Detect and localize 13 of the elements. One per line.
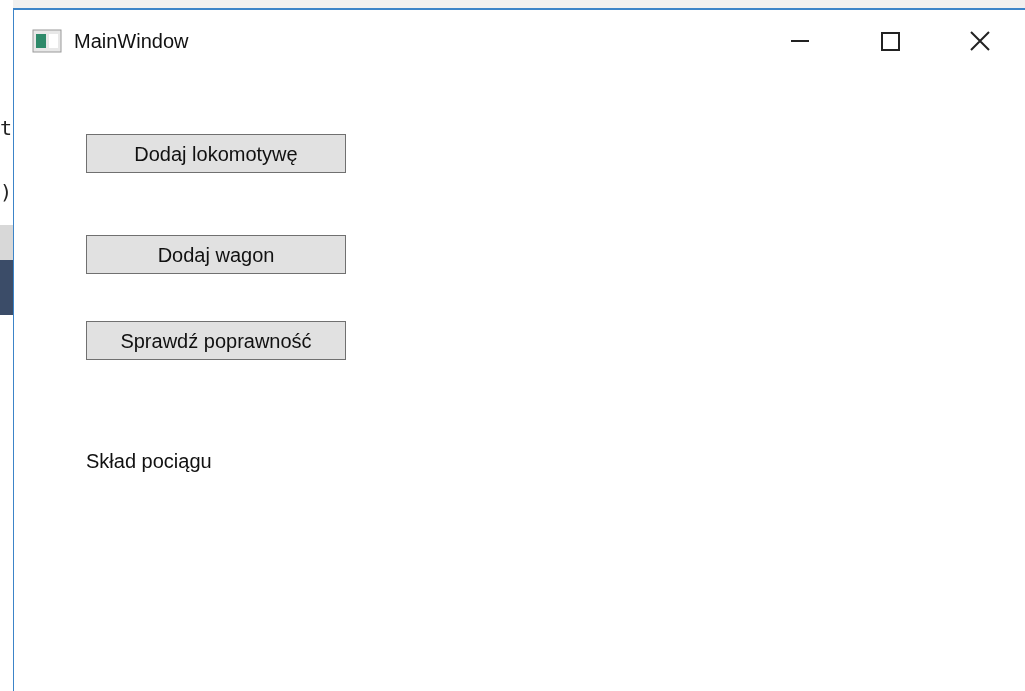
close-icon	[970, 31, 990, 51]
train-composition-label: Skład pociągu	[86, 449, 212, 474]
maximize-icon	[880, 31, 900, 51]
code-fragment: t	[0, 115, 13, 142]
action-button[interactable]: Dodaj wagon	[86, 235, 346, 274]
editor-panel	[0, 260, 13, 315]
action-button[interactable]: Sprawdź poprawność	[86, 321, 346, 360]
window-title: MainWindow	[74, 29, 189, 54]
editor-tab-strip	[0, 225, 13, 260]
action-button[interactable]: Dodaj lokomotywę	[86, 134, 346, 173]
window-app-icon	[32, 29, 62, 53]
minimize-icon	[791, 40, 809, 42]
code-fragment: )	[0, 179, 13, 206]
